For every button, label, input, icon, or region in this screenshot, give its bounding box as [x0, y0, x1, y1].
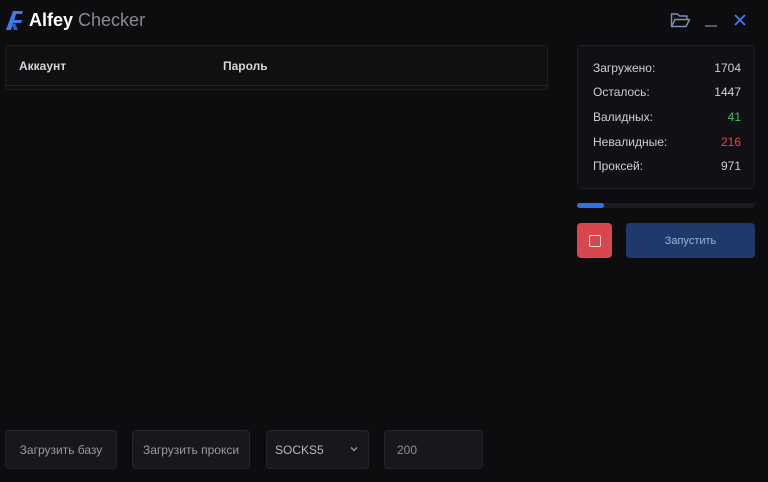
alfey-logo-icon	[6, 11, 23, 30]
load-proxy-button[interactable]: Загрузить прокси	[132, 430, 250, 469]
stat-invalid: Невалидные: 216	[593, 135, 741, 151]
app-title-light: Checker	[78, 10, 146, 30]
minimize-icon	[705, 25, 717, 27]
app-window: Alfey Checker Аккаунт Пароль Загружено: …	[0, 0, 768, 482]
stat-invalid-label: Невалидные:	[593, 135, 668, 149]
chevron-down-icon	[350, 447, 358, 452]
stat-valid-label: Валидных:	[593, 110, 653, 124]
stat-loaded-label: Загружено:	[593, 61, 656, 75]
stats-panel: Загружено: 1704 Осталось: 1447 Валидных:…	[577, 45, 755, 189]
column-header-account[interactable]: Аккаунт	[19, 59, 66, 73]
stop-button[interactable]	[577, 223, 612, 258]
progress-fill	[577, 203, 604, 208]
stat-remaining-value: 1447	[714, 85, 741, 99]
stat-valid: Валидных: 41	[593, 110, 741, 126]
stat-loaded: Загружено: 1704	[593, 61, 741, 77]
folder-open-icon	[670, 12, 690, 27]
proxy-type-value: SOCKS5	[275, 443, 324, 457]
open-folder-button[interactable]	[668, 8, 692, 32]
proxy-type-select[interactable]: SOCKS5	[266, 430, 369, 469]
stat-valid-value: 41	[727, 110, 741, 124]
stat-remaining-label: Осталось:	[593, 85, 650, 99]
close-icon	[734, 14, 746, 26]
stat-remaining: Осталось: 1447	[593, 85, 741, 101]
stat-invalid-value: 216	[720, 135, 741, 149]
minimize-button[interactable]	[699, 8, 723, 32]
threads-input[interactable]	[384, 430, 483, 469]
table-header: Аккаунт Пароль	[6, 46, 547, 86]
stat-proxies: Проксей: 971	[593, 159, 741, 175]
accounts-table: Аккаунт Пароль	[5, 45, 548, 90]
stat-loaded-value: 1704	[714, 61, 741, 75]
app-title: Alfey Checker	[29, 8, 145, 32]
column-header-password[interactable]: Пароль	[223, 59, 268, 73]
title-bar: Alfey Checker	[0, 0, 768, 40]
progress-bar	[577, 203, 755, 208]
load-database-button[interactable]: Загрузить базу	[5, 430, 117, 469]
close-button[interactable]	[728, 8, 752, 32]
app-title-bold: Alfey	[29, 10, 74, 30]
stat-proxies-label: Проксей:	[593, 159, 644, 173]
start-button[interactable]: Запустить	[626, 223, 755, 258]
stop-icon	[588, 234, 601, 247]
stat-proxies-value: 971	[720, 159, 741, 173]
